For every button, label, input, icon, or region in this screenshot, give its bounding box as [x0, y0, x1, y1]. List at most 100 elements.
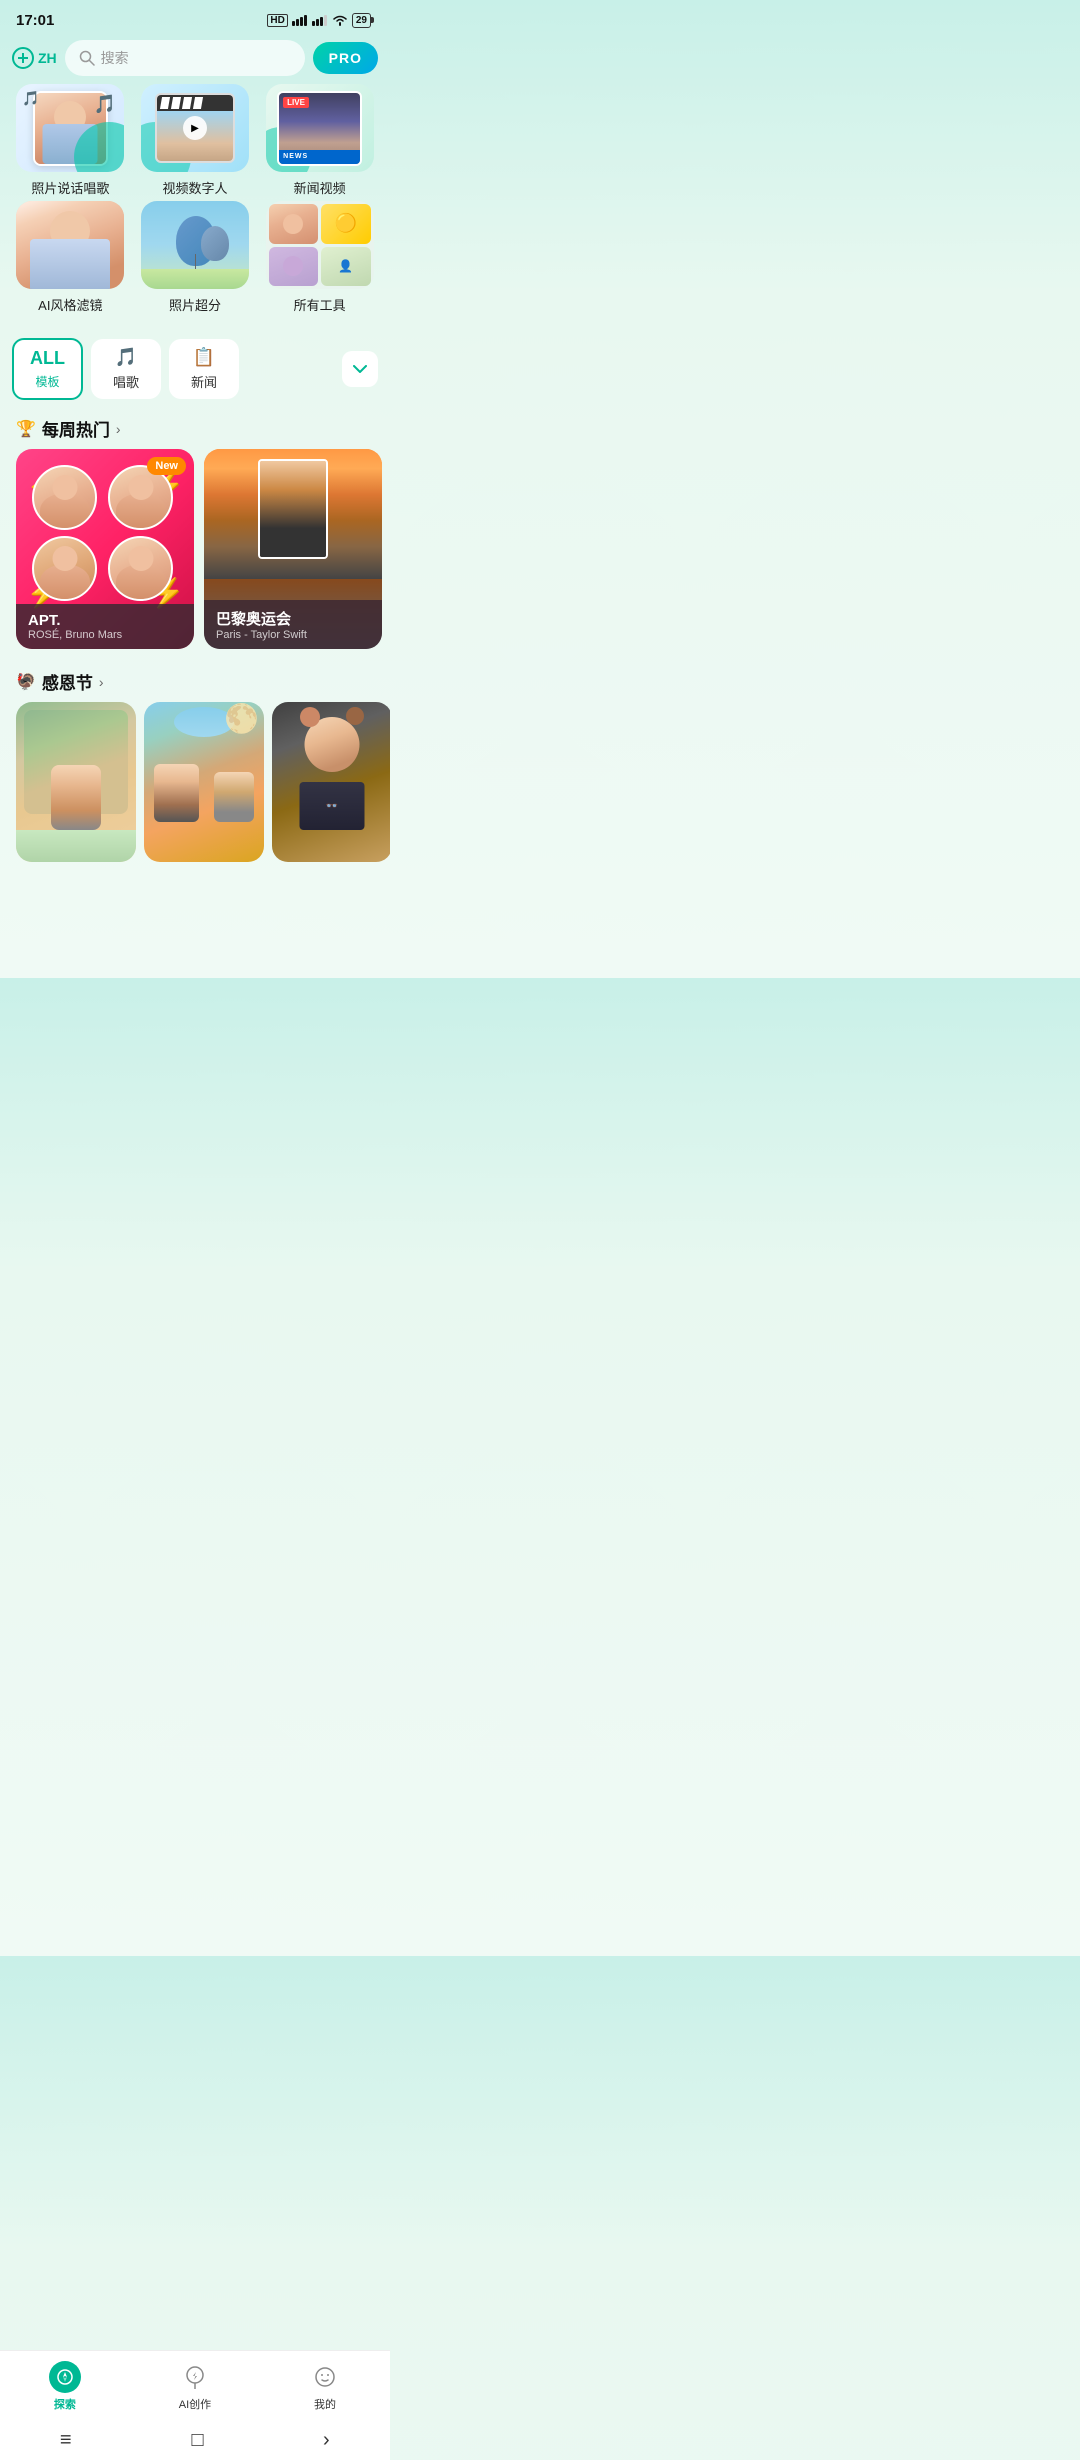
search-bar[interactable]: 搜索 [65, 40, 305, 76]
search-placeholder: 搜索 [101, 48, 129, 68]
tool-cell-1 [269, 204, 319, 244]
weekly-arrow: › [116, 421, 121, 437]
thanks-card-2[interactable]: 🌕 [144, 702, 264, 862]
tab-all-sub: 模板 [35, 373, 59, 390]
nav-ai-create-label: AI创作 [179, 2396, 211, 2412]
tab-expand-button[interactable] [342, 351, 378, 387]
thanksgiving-arrow: › [99, 674, 104, 690]
mine-icon-container [309, 2361, 341, 2393]
battery-indicator: 29 [352, 13, 374, 28]
status-time: 17:01 [16, 12, 54, 29]
app-header: ZH 搜索 PRO [0, 36, 390, 84]
apt-card-title: APT. [28, 612, 182, 629]
apt-card-subtitle: ROSÉ, Bruno Mars [28, 629, 182, 641]
signal-icon [292, 14, 308, 26]
feature-thumb-ai-filter [16, 201, 124, 289]
play-button-overlay: ▶ [183, 116, 207, 140]
nav-mine[interactable]: 我的 [309, 2361, 341, 2412]
tab-news[interactable]: 📋 新闻 [169, 339, 239, 399]
android-menu-button[interactable]: ≡ [60, 2429, 72, 2452]
nav-explore-label: 探索 [54, 2396, 76, 2412]
category-tabs: ALL 模板 🎵 唱歌 📋 新闻 [0, 326, 390, 408]
apt-face-3 [32, 536, 97, 601]
tools-grid: 🟡 👤 [269, 204, 371, 286]
thanks-card-1[interactable] [16, 702, 136, 862]
apt-face-4 [108, 536, 173, 601]
balloon-small [201, 226, 229, 261]
singing-icon: 🎵 [115, 347, 137, 368]
weekly-hot-header[interactable]: 🏆 每周热门 › [0, 408, 390, 449]
weekly-title: 每周热门 [42, 416, 110, 441]
tab-singing[interactable]: 🎵 唱歌 [91, 339, 161, 399]
thanksgiving-title: 感恩节 [42, 669, 93, 694]
paris-card-subtitle: Paris - Taylor Swift [216, 629, 370, 641]
lang-code: ZH [38, 50, 57, 66]
compass-icon [56, 2368, 74, 2386]
paris-photo-frame [258, 459, 328, 559]
thanksgiving-cards-scroll[interactable]: 🌕 👓 [0, 702, 390, 878]
news-tab-icon: 📋 [193, 347, 215, 368]
apt-face-1 [32, 465, 97, 530]
weekly-cards-scroll[interactable]: ⚡ ⚡ ⚡ ⚡ New APT. ROSÉ, Bruno Mars [0, 449, 390, 661]
features-row-1: 🎵 🎵 照片说话唱歌 ▶ [0, 84, 390, 197]
new-badge: New [147, 457, 186, 475]
clapboard: ▶ [155, 93, 235, 163]
nav-mine-label: 我的 [314, 2396, 336, 2412]
hd-badge: HD [267, 14, 287, 27]
weekly-emoji: 🏆 [16, 419, 36, 439]
news-live-badge: LIVE [283, 97, 309, 108]
ai-create-icon-container [179, 2361, 211, 2393]
music-note2-icon: 🎵 [22, 90, 39, 107]
tool-cell-3 [269, 247, 319, 287]
feature-thumb-all-tools: 🟡 👤 [266, 201, 374, 289]
battery-tip [371, 17, 374, 23]
feature-label-photo-talk: 照片说话唱歌 [31, 178, 109, 197]
balloon-scene [141, 201, 249, 289]
tool-cell-4: 👤 [321, 247, 371, 287]
thanks-card-3[interactable]: 👓 [272, 702, 390, 862]
thanks-card-3-bg: 👓 [272, 702, 390, 862]
feature-video-digital[interactable]: ▶ 视频数字人 [140, 84, 250, 197]
news-screen: LIVE NEWS [277, 91, 362, 166]
paris-card-info: 巴黎奥运会 Paris - Taylor Swift [204, 600, 382, 649]
feature-label-enhance: 照片超分 [169, 295, 221, 314]
feature-thumb-photo-talk: 🎵 🎵 [16, 84, 124, 172]
news-banner: NEWS [279, 150, 360, 164]
bottom-nav: 探索 AI创作 我的 [0, 2350, 390, 2420]
language-button[interactable]: ZH [12, 47, 57, 69]
feature-label-ai-filter: AI风格滤镜 [38, 295, 102, 314]
card-paris-bg: 巴黎奥运会 Paris - Taylor Swift [204, 449, 382, 649]
feature-photo-talk[interactable]: 🎵 🎵 照片说话唱歌 [15, 84, 125, 197]
feature-label-video: 视频数字人 [162, 178, 227, 197]
face-outline-icon [313, 2365, 337, 2389]
card-apt[interactable]: ⚡ ⚡ ⚡ ⚡ New APT. ROSÉ, Bruno Mars [16, 449, 194, 649]
card-paris[interactable]: 巴黎奥运会 Paris - Taylor Swift [204, 449, 382, 649]
clapboard-top [157, 95, 233, 111]
tab-all[interactable]: ALL 模板 [12, 338, 83, 400]
tab-all-main: ALL [30, 348, 65, 369]
feature-news-video[interactable]: LIVE NEWS 新闻视频 [265, 84, 375, 197]
android-home-button[interactable]: □ [191, 2429, 203, 2452]
nav-explore[interactable]: 探索 [49, 2361, 81, 2412]
thanksgiving-header[interactable]: 🦃 感恩节 › [0, 661, 390, 702]
feature-label-news: 新闻视频 [294, 178, 346, 197]
status-icons: HD 29 [267, 13, 374, 28]
feature-all-tools[interactable]: 🟡 👤 所有工具 [265, 201, 375, 314]
search-icon [79, 50, 95, 66]
pro-button[interactable]: PRO [313, 42, 378, 74]
feature-ai-filter[interactable]: AI风格滤镜 [15, 201, 125, 314]
tool-cell-2: 🟡 [321, 204, 371, 244]
explore-icon-circle [49, 2361, 81, 2393]
chevron-down-icon [353, 365, 367, 373]
feature-photo-enhance[interactable]: 照片超分 [140, 201, 250, 314]
thanks-card-1-bg [16, 702, 136, 862]
features-row-2: AI风格滤镜 照片超分 [0, 201, 390, 314]
tab-news-label: 新闻 [191, 372, 217, 391]
nav-ai-create[interactable]: AI创作 [179, 2361, 211, 2412]
android-back-button[interactable]: ‹ [323, 2429, 330, 2452]
music-note-icon: 🎵 [94, 94, 116, 115]
tab-singing-label: 唱歌 [113, 372, 139, 391]
thanks-card-2-bg: 🌕 [144, 702, 264, 862]
apt-card-info: APT. ROSÉ, Bruno Mars [16, 604, 194, 649]
ai-filter-bg [16, 201, 124, 289]
